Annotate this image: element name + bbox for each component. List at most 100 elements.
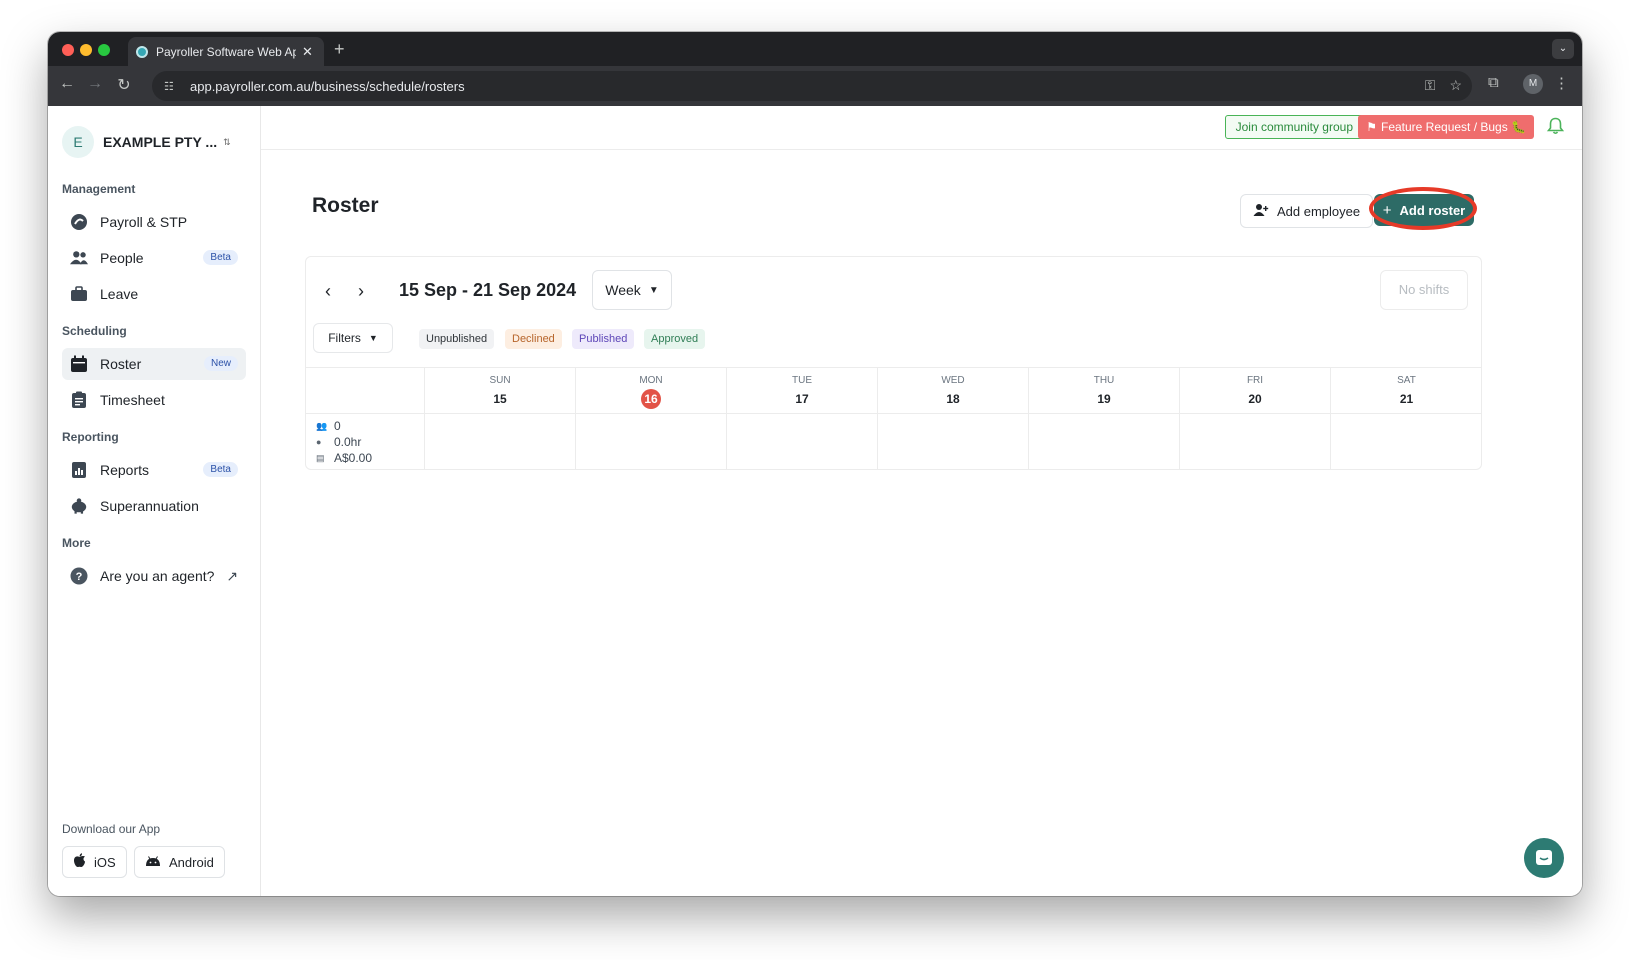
people-icon xyxy=(70,249,88,267)
view-mode-select[interactable]: Week ▼ xyxy=(592,270,672,310)
day-cell[interactable] xyxy=(575,414,726,470)
sidebar-item-timesheet[interactable]: Timesheet xyxy=(62,384,246,416)
day-number: 18 xyxy=(946,392,960,406)
date-range-title: 15 Sep - 21 Sep 2024 xyxy=(399,280,577,300)
app-root: E EXAMPLE PTY ... ⇅ Management Payroll &… xyxy=(48,106,1582,896)
new-badge: New xyxy=(203,356,238,371)
day-name: SAT xyxy=(1397,375,1416,386)
sidebar-item-payroll[interactable]: Payroll & STP xyxy=(62,206,246,238)
bookmark-star-icon[interactable]: ☆ xyxy=(1449,77,1462,94)
payroller-favicon-icon xyxy=(136,45,148,58)
sidebar-item-reports[interactable]: Reports Beta xyxy=(62,454,246,486)
money-icon: ▤ xyxy=(316,452,325,463)
calendar-body-row: 👥 0 ● 0.0hr ▤ A$0.00 xyxy=(306,414,1481,470)
previous-week-chevron-icon[interactable]: ‹ xyxy=(318,281,338,302)
sidebar-item-agent[interactable]: ? Are you an agent? ↗ xyxy=(62,560,246,592)
ios-app-button[interactable]: iOS xyxy=(62,846,127,878)
day-cell[interactable] xyxy=(1028,414,1179,470)
page-title: Roster xyxy=(312,194,379,217)
sidebar-item-label: Leave xyxy=(100,286,139,302)
close-tab-icon[interactable]: ✕ xyxy=(302,44,313,60)
briefcase-icon xyxy=(70,285,88,303)
profile-avatar[interactable]: M xyxy=(1523,74,1543,94)
day-cell[interactable] xyxy=(726,414,877,470)
updown-chevron-icon: ⇅ xyxy=(223,136,231,147)
sidebar-item-superannuation[interactable]: Superannuation xyxy=(62,490,246,522)
sidebar-item-label: Payroll & STP xyxy=(100,214,188,230)
report-document-icon xyxy=(70,461,88,479)
no-shifts-button[interactable]: No shifts xyxy=(1380,270,1468,310)
sidebar-item-roster[interactable]: Roster New xyxy=(62,348,246,380)
sidebar-item-people[interactable]: People Beta xyxy=(62,242,246,274)
add-employee-button[interactable]: Add employee xyxy=(1240,194,1374,228)
hours-value: 0.0hr xyxy=(334,435,362,449)
people-count-stat: 👥 0 xyxy=(316,419,341,433)
people-count: 0 xyxy=(334,419,341,433)
day-column-header: SUN 15 xyxy=(424,368,575,413)
plus-icon: + xyxy=(1382,201,1392,219)
status-chip-unpublished: Unpublished xyxy=(419,329,495,349)
sidebar-item-label: Superannuation xyxy=(100,498,199,514)
day-name: TUE xyxy=(792,375,812,386)
notification-bell-icon[interactable] xyxy=(1546,117,1565,140)
timesheet-clipboard-icon xyxy=(70,391,88,409)
feature-request-button[interactable]: ⚑ Feature Request / Bugs 🐛 xyxy=(1358,115,1534,139)
site-info-icon[interactable]: ☷ xyxy=(164,80,182,93)
day-number: 21 xyxy=(1399,392,1414,406)
hours-stat: ● 0.0hr xyxy=(316,435,361,449)
filters-button[interactable]: Filters ▼ xyxy=(313,323,393,353)
day-column-header: FRI 20 xyxy=(1179,368,1330,413)
new-tab-button[interactable]: + xyxy=(334,39,345,60)
tab-search-chevron-icon[interactable]: ⌄ xyxy=(1552,39,1574,59)
org-avatar: E xyxy=(62,126,94,158)
add-roster-button[interactable]: + Add roster xyxy=(1374,194,1474,226)
download-app-label: Download our App xyxy=(62,822,161,836)
tab-title: Payroller Software Web Applic xyxy=(156,44,296,59)
browser-tab[interactable]: Payroller Software Web Applic ✕ xyxy=(128,37,324,66)
help-question-icon: ? xyxy=(70,567,88,585)
join-community-button[interactable]: Join community group xyxy=(1224,115,1364,139)
browser-toolbar: ← → ↻ ☷ app.payroller.com.au/business/sc… xyxy=(48,66,1582,106)
day-cell[interactable] xyxy=(424,414,575,470)
android-app-button[interactable]: Android xyxy=(134,846,225,878)
day-cell[interactable] xyxy=(1179,414,1330,470)
status-chip-declined: Declined xyxy=(505,329,562,349)
section-management: Management xyxy=(62,182,136,196)
section-scheduling: Scheduling xyxy=(62,324,127,338)
day-cell[interactable] xyxy=(1330,414,1482,470)
day-column-header: TUE 17 xyxy=(726,368,877,413)
sidebar-item-leave[interactable]: Leave xyxy=(62,278,246,310)
day-number: 15 xyxy=(493,392,507,406)
day-column-header: WED 18 xyxy=(877,368,1028,413)
extensions-puzzle-icon[interactable]: ⧉ xyxy=(1488,74,1499,91)
sidebar-item-label: People xyxy=(100,250,144,266)
browser-menu-icon[interactable]: ⋮ xyxy=(1554,74,1569,92)
apple-icon xyxy=(73,853,86,871)
chat-icon xyxy=(1536,850,1552,865)
android-icon xyxy=(145,854,161,870)
omnibox-actions: ⚿ ☆ xyxy=(1425,77,1462,94)
svg-text:?: ? xyxy=(76,571,83,583)
day-number: 17 xyxy=(795,392,809,406)
day-cell[interactable] xyxy=(877,414,1028,470)
chat-support-button[interactable] xyxy=(1524,838,1564,878)
clock-icon: ● xyxy=(316,437,322,447)
maximize-window-button[interactable] xyxy=(98,44,110,56)
top-header: Join community group ⚑ Feature Request / … xyxy=(261,106,1582,150)
today-badge: 16 xyxy=(641,389,661,409)
cost-stat: ▤ A$0.00 xyxy=(316,451,372,465)
close-window-button[interactable] xyxy=(62,44,74,56)
address-bar[interactable]: ☷ app.payroller.com.au/business/schedule… xyxy=(152,71,1472,101)
sidebar-item-label: Are you an agent? xyxy=(100,568,215,584)
calendar-icon xyxy=(70,355,88,373)
password-key-icon[interactable]: ⚿ xyxy=(1425,77,1436,94)
sidebar-item-label: Roster xyxy=(100,356,142,372)
next-week-chevron-icon[interactable]: › xyxy=(351,281,371,302)
forward-arrow-icon[interactable]: → xyxy=(84,75,106,93)
today-day-number: 16 xyxy=(576,389,726,409)
reload-icon[interactable]: ↻ xyxy=(113,75,135,95)
org-switcher[interactable]: E EXAMPLE PTY ... ⇅ xyxy=(62,126,231,158)
minimize-window-button[interactable] xyxy=(80,44,92,56)
url-text: app.payroller.com.au/business/schedule/r… xyxy=(190,78,465,94)
back-arrow-icon[interactable]: ← xyxy=(56,75,78,93)
